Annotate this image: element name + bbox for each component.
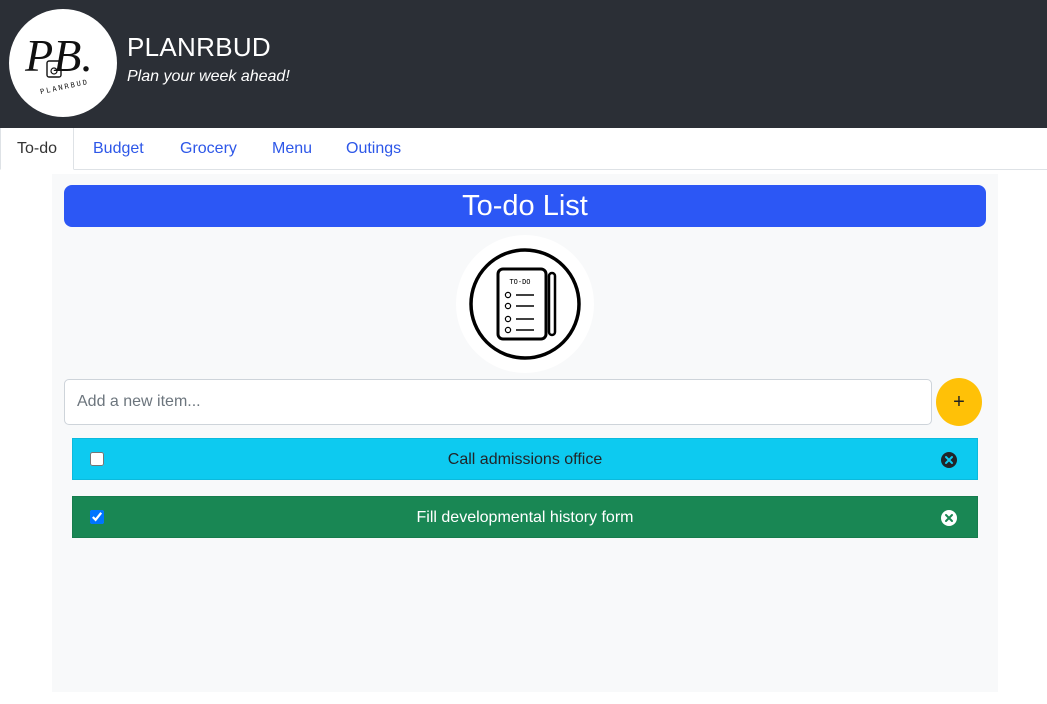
app-header: PB. PLANRBUD PLANRBUD Plan your week ahe…	[0, 0, 1047, 128]
logo-letters: PB.	[24, 30, 93, 81]
todo-item: Fill developmental history form	[72, 496, 978, 538]
section-tabs: To-do Budget Grocery Menu Outings	[0, 128, 1047, 170]
todo-item: Call admissions office	[72, 438, 978, 480]
tab-menu[interactable]: Menu	[256, 128, 328, 170]
item-text: Call admissions office	[447, 451, 603, 468]
tab-grocery[interactable]: Grocery	[164, 128, 253, 170]
todo-hero: TO-DO	[456, 235, 594, 373]
app-tagline: Plan your week ahead!	[127, 68, 290, 85]
tab-todo[interactable]: To-do	[0, 128, 75, 170]
item-text: Fill developmental history form	[416, 509, 634, 526]
logo-mark-icon: PB. PLANRBUD	[24, 30, 93, 96]
item-checkbox[interactable]	[90, 452, 104, 466]
new-item-input[interactable]	[64, 379, 932, 425]
remove-item-icon[interactable]	[940, 509, 958, 527]
todo-notepad-icon: TO-DO	[469, 248, 581, 360]
item-checkbox[interactable]	[90, 510, 104, 524]
add-item-button[interactable]: +	[936, 378, 982, 426]
page-title: To-do List	[64, 185, 986, 227]
remove-item-icon[interactable]	[940, 451, 958, 469]
planrbud-logo: PB. PLANRBUD	[9, 9, 117, 117]
notepad-heading: TO-DO	[509, 278, 530, 286]
app-title: PLANRBUD	[127, 32, 271, 62]
tab-outings[interactable]: Outings	[330, 128, 417, 170]
todo-panel: To-do List TO-DO + Call admissions offic…	[52, 174, 998, 692]
tab-budget[interactable]: Budget	[77, 128, 160, 170]
